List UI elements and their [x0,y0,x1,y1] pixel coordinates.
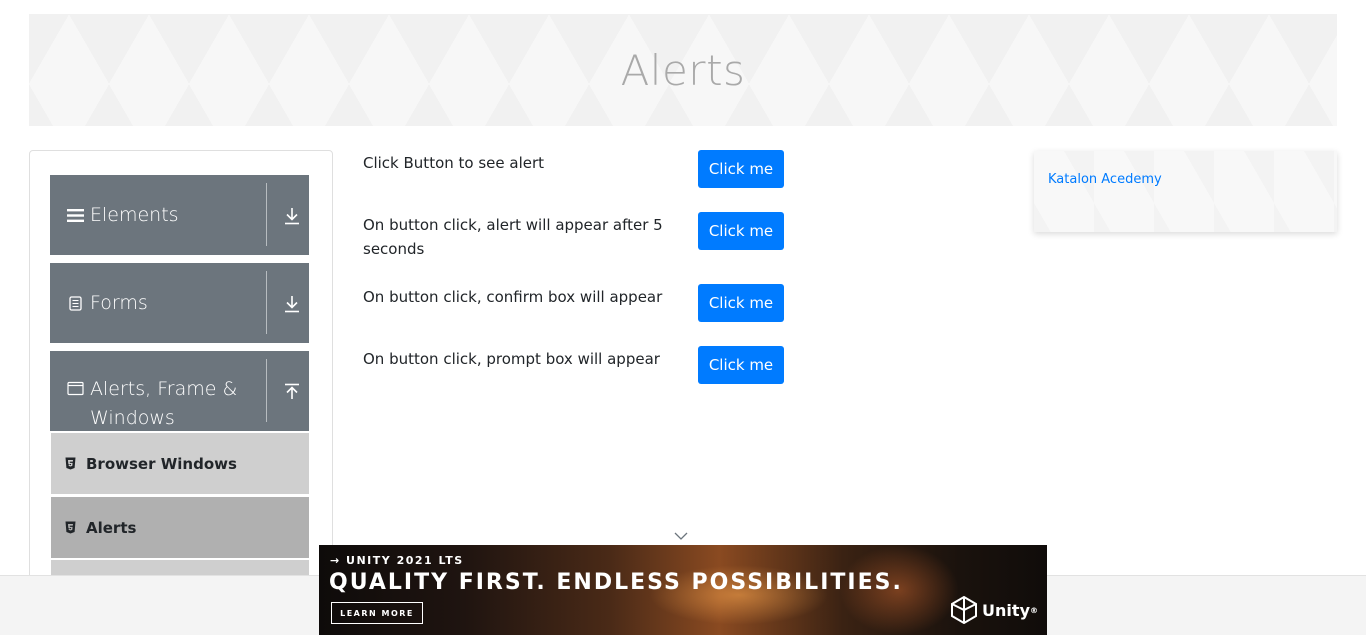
ad-brand-name: Unity [982,600,1030,620]
upload-arrow-icon[interactable] [283,382,301,402]
sidebar-group-alerts-frame-windows[interactable]: Alerts, Frame & Windows [50,351,309,431]
sponsor-card: Katalon Acedemy [1034,151,1337,232]
ad-learn-more-button[interactable]: LEARN MORE [331,602,423,624]
window-icon [66,381,84,396]
divider [266,271,267,334]
sidebar-group-label: Forms [90,291,148,314]
download-arrow-icon[interactable] [283,206,301,226]
ad-kicker: → UNITY 2021 LTS [330,554,464,567]
download-arrow-icon[interactable] [283,294,301,314]
divider [266,359,267,422]
prompt-button[interactable]: Click me [698,346,784,384]
confirm-row-label: On button click, confirm box will appear [363,288,663,306]
sidebar-group-forms[interactable]: Forms [50,263,309,343]
sidebar-item-browser-windows[interactable]: Browser Windows [51,433,309,495]
sidebar-item-alerts[interactable]: Alerts [51,497,309,559]
hamburger-icon [66,208,84,223]
html5-icon [65,521,79,534]
ad-headline: QUALITY FIRST. ENDLESS POSSIBILITIES. [329,570,903,595]
unity-logo-icon [951,596,978,624]
html5-icon [65,457,79,470]
page-header-banner: Alerts [29,14,1337,126]
confirm-button[interactable]: Click me [698,284,784,322]
document-icon [66,295,84,311]
alert-row-label: Click Button to see alert [363,154,545,172]
timer-alert-row-label: On button click, alert will appear after… [363,216,663,258]
chevron-down-icon[interactable] [673,531,689,541]
sidebar-item-label: Browser Windows [86,454,237,473]
sidebar-group-label-line2: Windows [90,407,175,429]
timer-alert-button[interactable]: Click me [698,212,784,250]
sidebar-group-label: Alerts, Frame & Windows [90,375,309,431]
sidebar-group-elements[interactable]: Elements [50,175,309,255]
prompt-row-label: On button click, prompt box will appear [363,350,660,368]
alert-button[interactable]: Click me [698,150,784,188]
sidebar-group-label-line1: Alerts, Frame & [90,378,238,400]
ad-brand-mark: ® [1030,605,1038,615]
ad-banner[interactable]: → UNITY 2021 LTS QUALITY FIRST. ENDLESS … [319,545,1047,635]
divider [266,183,267,246]
sidebar: Elements Forms Alerts, Frame & Windows B… [29,150,333,610]
ad-brand: Unity ® [951,596,1038,624]
sidebar-item-label: Alerts [86,518,137,537]
katalon-academy-link[interactable]: Katalon Acedemy [1048,172,1162,187]
page-title: Alerts [620,45,746,95]
sidebar-group-label: Elements [90,203,179,226]
